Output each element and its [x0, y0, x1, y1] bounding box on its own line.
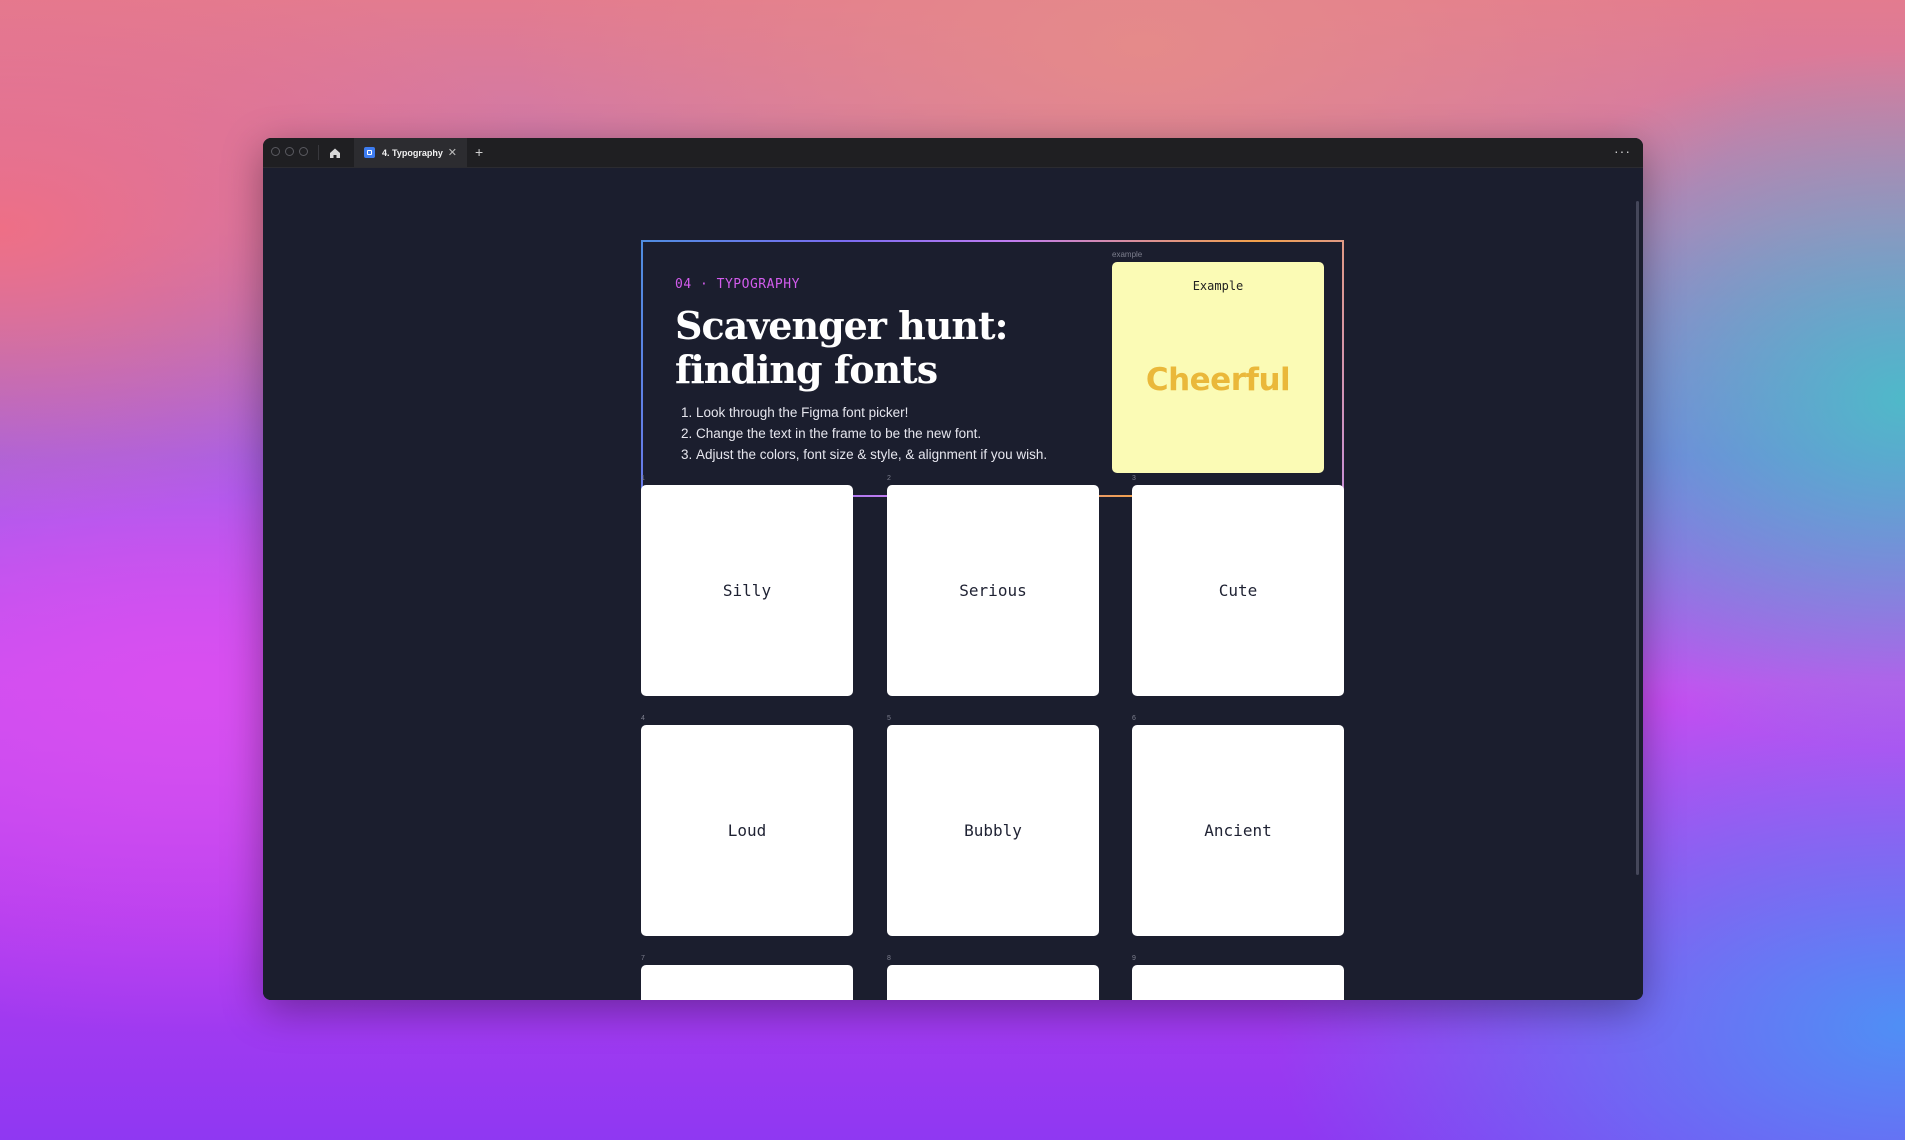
card-number: 3: [1132, 475, 1136, 482]
title-bar: 4. Typography ✕ + ···: [263, 138, 1643, 168]
title-line-2: finding fonts: [675, 347, 938, 392]
plus-icon[interactable]: +: [475, 144, 483, 160]
card-label: Serious: [959, 581, 1027, 600]
hero-frame[interactable]: 04 · TYPOGRAPHY Scavenger hunt: finding …: [641, 240, 1344, 497]
instruction-item: Change the text in the frame to be the n…: [696, 423, 1047, 444]
example-frame-label[interactable]: example: [1112, 250, 1142, 259]
card-number: 1: [641, 475, 645, 482]
tab-typography[interactable]: 4. Typography ✕: [354, 138, 467, 167]
font-card[interactable]: [1132, 965, 1344, 1000]
example-heading: Example: [1192, 279, 1244, 293]
figma-file-icon: [364, 147, 375, 158]
card-number: 9: [1132, 955, 1136, 962]
instruction-item: Adjust the colors, font size & style, & …: [696, 444, 1047, 465]
card-number: 8: [887, 955, 891, 962]
font-card[interactable]: Silly: [641, 485, 853, 696]
card-number: 6: [1132, 715, 1136, 722]
home-icon[interactable]: [328, 146, 342, 160]
page-title: Scavenger hunt: finding fonts: [675, 304, 1055, 392]
tab-title: 4. Typography: [382, 147, 443, 158]
window-controls: [271, 147, 308, 156]
card-label: Bubbly: [964, 821, 1022, 840]
card-number: 7: [641, 955, 645, 962]
close-icon[interactable]: ✕: [448, 146, 457, 159]
vertical-scrollbar[interactable]: [1636, 201, 1639, 875]
titlebar-divider: [318, 145, 319, 160]
example-card[interactable]: Example Cheerful: [1112, 262, 1324, 473]
font-card[interactable]: Loud: [641, 725, 853, 936]
instructions-list: Look through the Figma font picker! Chan…: [676, 402, 1047, 465]
minimize-window-button[interactable]: [285, 147, 294, 156]
card-number: 4: [641, 715, 645, 722]
app-window: 4. Typography ✕ + ··· 04 · TYPOGRAPHY Sc…: [263, 138, 1643, 1000]
card-label: Cute: [1218, 581, 1258, 600]
font-card[interactable]: [887, 965, 1099, 1000]
example-word: Cheerful: [1145, 362, 1291, 398]
card-number: 5: [887, 715, 891, 722]
card-label: Silly: [722, 581, 772, 600]
instruction-item: Look through the Figma font picker!: [696, 402, 1047, 423]
more-icon[interactable]: ···: [1614, 143, 1631, 159]
title-line-1: Scavenger hunt:: [675, 303, 1009, 348]
card-label: Ancient: [1204, 821, 1272, 840]
canvas[interactable]: 04 · TYPOGRAPHY Scavenger hunt: finding …: [263, 168, 1643, 1000]
card-number: 2: [887, 475, 891, 482]
font-card[interactable]: [641, 965, 853, 1000]
card-label: Loud: [727, 821, 767, 840]
close-window-button[interactable]: [271, 147, 280, 156]
font-card[interactable]: Ancient: [1132, 725, 1344, 936]
maximize-window-button[interactable]: [299, 147, 308, 156]
section-kicker: 04 · TYPOGRAPHY: [675, 277, 800, 292]
font-card[interactable]: Cute: [1132, 485, 1344, 696]
font-card[interactable]: Bubbly: [887, 725, 1099, 936]
font-card[interactable]: Serious: [887, 485, 1099, 696]
